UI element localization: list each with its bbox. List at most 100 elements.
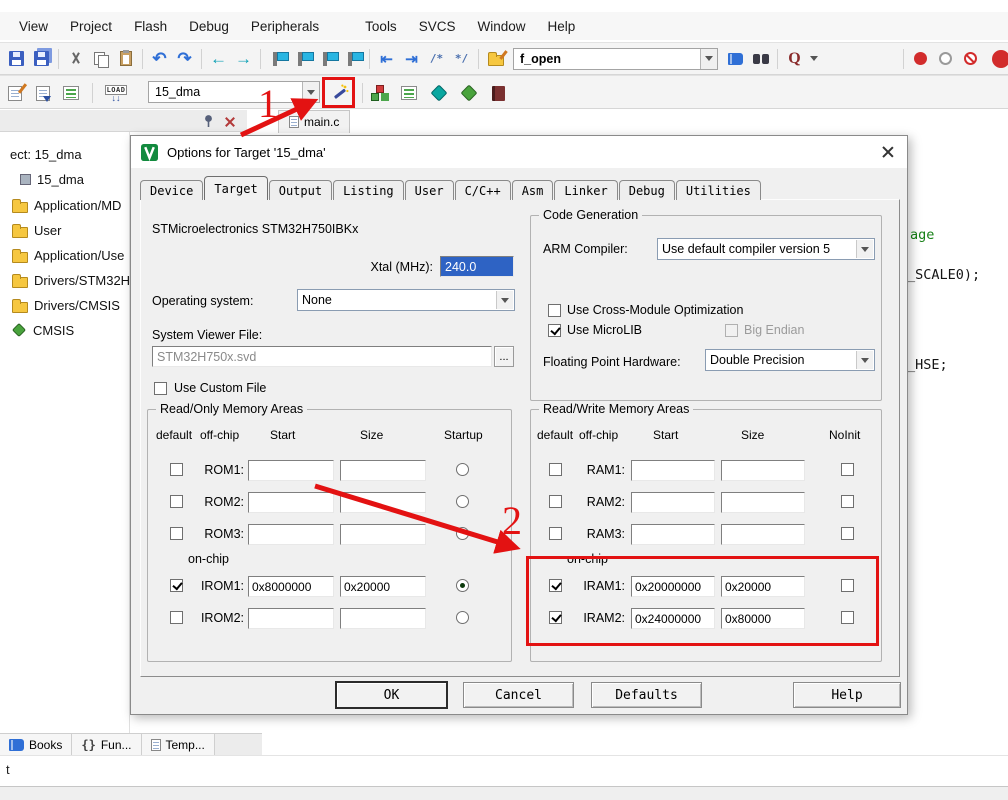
dropdown-button[interactable] (856, 240, 873, 258)
comment-icon[interactable]: /* (424, 47, 449, 71)
svf-input[interactable] (152, 346, 492, 367)
irom1-size-input[interactable] (340, 576, 426, 597)
irom1-startup-radio[interactable] (456, 579, 469, 592)
iram1-size-input[interactable] (721, 576, 805, 597)
rom2-size-input[interactable] (340, 492, 426, 513)
breakpoint-disable-icon[interactable] (933, 47, 958, 71)
tab-target[interactable]: Target (204, 176, 267, 200)
irom2-size-input[interactable] (340, 608, 426, 629)
rom3-default-checkbox[interactable] (170, 527, 183, 540)
bookmark-next-icon[interactable] (315, 47, 340, 71)
select-packs-icon[interactable] (426, 81, 451, 105)
pin-icon[interactable] (202, 114, 215, 133)
cut-icon[interactable] (63, 47, 88, 71)
tab-user[interactable]: User (405, 180, 454, 200)
irom1-default-checkbox[interactable] (170, 579, 183, 592)
nav-forward-icon[interactable]: → (231, 47, 256, 71)
menu-tools[interactable]: Tools (354, 15, 408, 38)
template-book-icon[interactable] (486, 81, 511, 105)
rom1-size-input[interactable] (340, 460, 426, 481)
rom2-startup-radio[interactable] (456, 495, 469, 508)
fpu-select[interactable]: Double Precision (705, 349, 875, 371)
editor-tab-main-c[interactable]: main.c (278, 110, 350, 133)
combobox-dropdown-button[interactable] (302, 82, 319, 102)
breakpoint-edge-icon[interactable] (983, 47, 1008, 71)
redo-icon[interactable]: ↷ (172, 47, 197, 71)
manage-project-items-icon[interactable] (396, 81, 421, 105)
breakpoint-icon[interactable] (908, 47, 933, 71)
ram1-noinit-checkbox[interactable] (841, 463, 854, 476)
bookmark-toggle-icon[interactable] (265, 47, 290, 71)
tab-c-cpp[interactable]: C/C++ (455, 180, 511, 200)
ram2-default-checkbox[interactable] (549, 495, 562, 508)
cancel-button[interactable]: Cancel (463, 682, 574, 708)
ram3-default-checkbox[interactable] (549, 527, 562, 540)
rom2-default-checkbox[interactable] (170, 495, 183, 508)
menu-view[interactable]: View (8, 15, 59, 38)
tab-templates[interactable]: Temp... (142, 734, 215, 755)
configure-icon[interactable] (483, 47, 508, 71)
rebuild-icon[interactable] (58, 81, 83, 105)
ram1-size-input[interactable] (721, 460, 805, 481)
menu-window[interactable]: Window (466, 15, 536, 38)
tab-linker[interactable]: Linker (554, 180, 617, 200)
find-icon[interactable] (748, 47, 773, 71)
options-for-target-icon[interactable] (327, 81, 352, 105)
rom3-start-input[interactable] (248, 524, 334, 545)
ram3-noinit-checkbox[interactable] (841, 527, 854, 540)
irom2-start-input[interactable] (248, 608, 334, 629)
iram2-default-checkbox[interactable] (549, 611, 562, 624)
iram2-noinit-checkbox[interactable] (841, 611, 854, 624)
build-icon[interactable] (30, 81, 55, 105)
rom1-default-checkbox[interactable] (170, 463, 183, 476)
tab-listing[interactable]: Listing (333, 180, 404, 200)
menu-debug[interactable]: Debug (178, 15, 240, 38)
tab-output[interactable]: Output (269, 180, 332, 200)
copy-icon[interactable] (88, 47, 113, 71)
tab-books[interactable]: Books (0, 734, 72, 755)
rom1-start-input[interactable] (248, 460, 334, 481)
os-select[interactable]: None (297, 289, 515, 311)
tree-root-project[interactable]: ect: 15_dma (10, 144, 82, 164)
tree-item-application-user[interactable]: Application/Use (12, 245, 124, 265)
find-in-files-icon[interactable] (723, 47, 748, 71)
translate-icon[interactable] (2, 81, 27, 105)
irom2-startup-radio[interactable] (456, 611, 469, 624)
ram2-noinit-checkbox[interactable] (841, 495, 854, 508)
tab-device[interactable]: Device (140, 180, 203, 200)
uncomment-icon[interactable]: */ (449, 47, 474, 71)
menu-flash[interactable]: Flash (123, 15, 178, 38)
panel-close-icon[interactable] (224, 115, 236, 133)
ram2-size-input[interactable] (721, 492, 805, 513)
ram3-size-input[interactable] (721, 524, 805, 545)
target-select-combobox[interactable]: 15_dma (148, 81, 320, 103)
undo-icon[interactable]: ↶ (147, 47, 172, 71)
microlib-checkbox[interactable] (548, 324, 561, 337)
rom2-start-input[interactable] (248, 492, 334, 513)
defaults-button[interactable]: Defaults (591, 682, 702, 708)
grep-icon[interactable]: Q (782, 47, 807, 71)
paste-icon[interactable] (113, 47, 138, 71)
menu-project[interactable]: Project (59, 15, 123, 38)
save-all-icon[interactable] (29, 47, 54, 71)
menu-help[interactable]: Help (536, 15, 586, 38)
tab-debug[interactable]: Debug (619, 180, 675, 200)
tree-item-drivers-stm32[interactable]: Drivers/STM32H (12, 270, 130, 290)
iram2-size-input[interactable] (721, 608, 805, 629)
dropdown-button[interactable] (496, 291, 513, 309)
bookmark-prev-icon[interactable] (290, 47, 315, 71)
iram1-noinit-checkbox[interactable] (841, 579, 854, 592)
ram2-start-input[interactable] (631, 492, 715, 513)
tree-item-application-mdk[interactable]: Application/MD (12, 195, 121, 215)
irom1-start-input[interactable] (248, 576, 334, 597)
ram1-default-checkbox[interactable] (549, 463, 562, 476)
rom3-startup-radio[interactable] (456, 527, 469, 540)
save-icon[interactable] (4, 47, 29, 71)
tree-item-target[interactable]: 15_dma (20, 169, 84, 189)
use-custom-file-checkbox[interactable] (154, 382, 167, 395)
arm-compiler-select[interactable]: Use default compiler version 5 (657, 238, 875, 260)
cross-module-checkbox[interactable] (548, 304, 561, 317)
ok-button[interactable]: OK (336, 682, 447, 708)
help-button[interactable]: Help (793, 682, 901, 708)
download-flash-icon[interactable]: LOAD↓↓ (96, 79, 136, 107)
